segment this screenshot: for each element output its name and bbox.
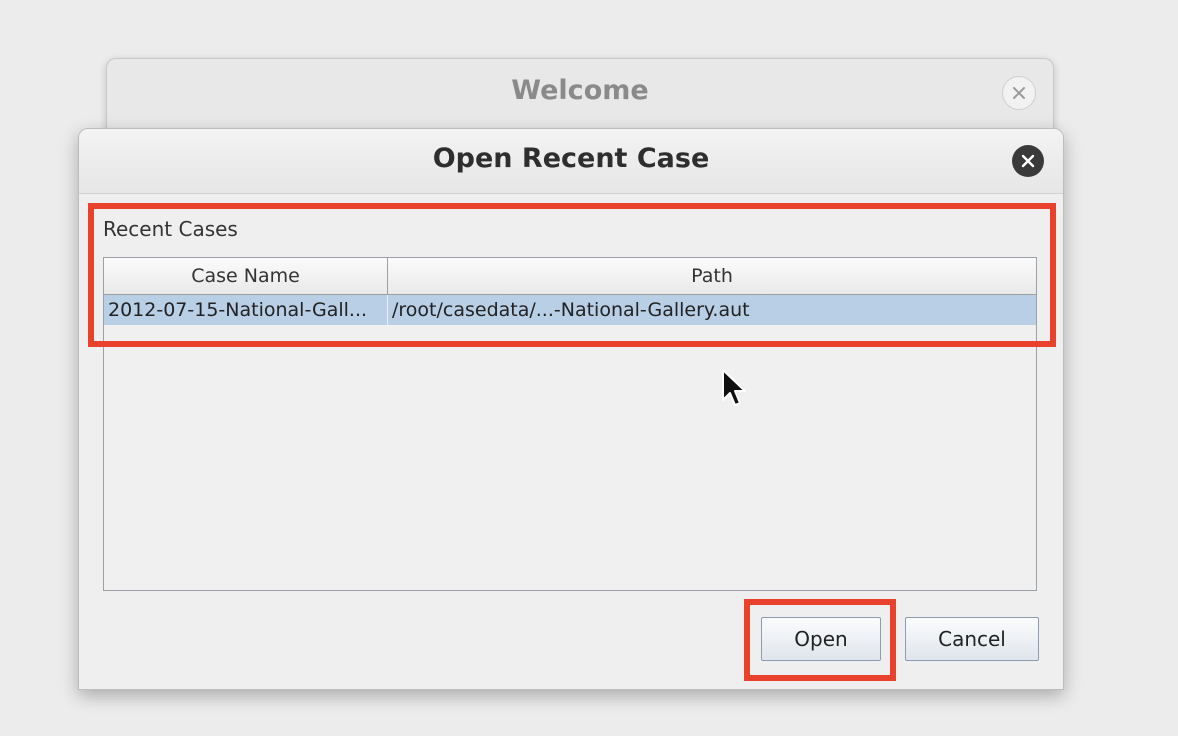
dialog-title: Open Recent Case — [432, 143, 710, 174]
path-cell[interactable]: /root/casedata/...-National-Gallery.aut — [388, 295, 1036, 325]
cancel-button[interactable]: Cancel — [905, 617, 1039, 661]
welcome-title: Welcome — [511, 75, 649, 106]
dialog-header: Open Recent Case — [79, 129, 1063, 194]
recent-cases-label: Recent Cases — [103, 217, 238, 241]
open-recent-case-dialog: Open Recent Case Recent Cases Case Name … — [78, 128, 1064, 690]
case-name-cell[interactable]: 2012-07-15-National-Gall... — [104, 295, 388, 325]
recent-cases-table: Case Name Path 2012-07-15-National-Gall.… — [103, 257, 1037, 591]
column-header-path[interactable]: Path — [388, 258, 1036, 294]
close-icon[interactable] — [1002, 76, 1036, 110]
table-header: Case Name Path — [104, 258, 1036, 295]
close-circle-icon[interactable] — [1012, 145, 1044, 177]
column-header-case-name[interactable]: Case Name — [104, 258, 388, 294]
open-button[interactable]: Open — [761, 617, 881, 661]
mouse-pointer-icon — [720, 368, 750, 410]
table-row[interactable]: 2012-07-15-National-Gall... /root/caseda… — [104, 295, 1036, 325]
